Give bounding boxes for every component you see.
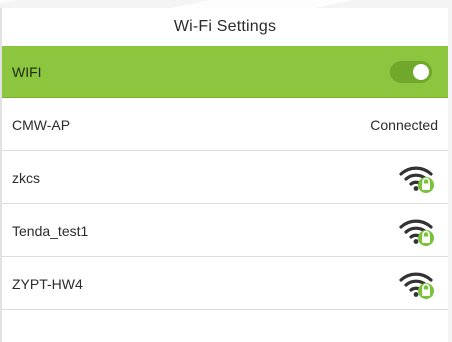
wifi-locked-icon [399, 272, 434, 299]
wifi-locked-icon [399, 166, 434, 193]
network-row-cmw-ap[interactable]: CMW-AP Connected [2, 99, 448, 151]
network-status: Connected [370, 116, 438, 133]
title-bar: Wi-Fi Settings [2, 8, 448, 47]
wifi-locked-icon [399, 219, 434, 246]
wifi-toggle-switch[interactable] [390, 60, 432, 83]
toggle-knob [413, 63, 429, 80]
network-row-zypt-hw4[interactable]: ZYPT-HW4 [2, 258, 448, 310]
network-row-zkcs[interactable]: zkcs [2, 152, 448, 204]
settings-panel: Wi-Fi Settings WIFI CMW-AP Connected zkc… [0, 8, 448, 342]
wifi-toggle-label: WIFI [12, 63, 42, 80]
network-ssid: CMW-AP [12, 116, 71, 133]
wifi-settings-screen: Wi-Fi Settings WIFI CMW-AP Connected zkc… [0, 0, 452, 342]
network-ssid: ZYPT-HW4 [12, 275, 83, 292]
wifi-toggle-row[interactable]: WIFI [2, 46, 448, 98]
network-row-tenda-test1[interactable]: Tenda_test1 [2, 205, 448, 257]
network-ssid: zkcs [12, 169, 40, 186]
page-title: Wi-Fi Settings [173, 18, 277, 35]
network-ssid: Tenda_test1 [12, 222, 89, 239]
